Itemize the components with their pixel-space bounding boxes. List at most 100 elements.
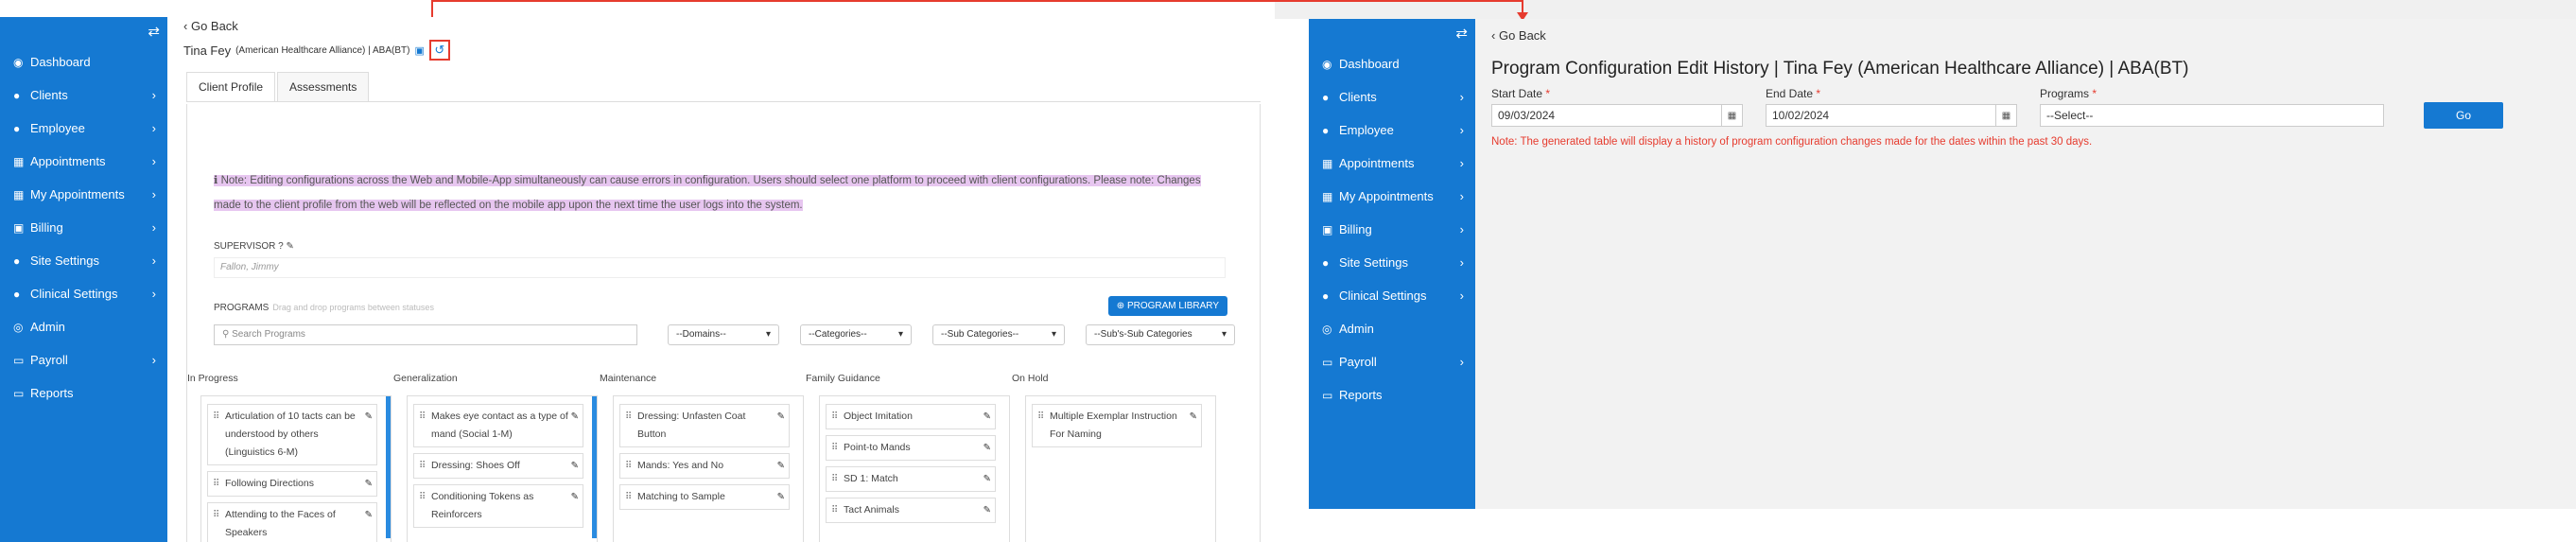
- sidebar-item-my-appointments[interactable]: ▦ My Appointments ›: [1309, 180, 1475, 213]
- drag-handle-icon[interactable]: ⠿: [213, 408, 219, 426]
- program-card[interactable]: ⠿ Point-to Mands ✎: [826, 435, 996, 461]
- pencil-icon[interactable]: ✎: [777, 457, 785, 475]
- sidebar-item-label: Clinical Settings: [1339, 288, 1427, 303]
- program-card[interactable]: ⠿ Dressing: Unfasten Coat Button ✎: [619, 404, 790, 447]
- sidebar-item-billing[interactable]: ▣ Billing ›: [0, 211, 167, 244]
- sidebar-item-dashboard[interactable]: ◉ Dashboard: [0, 45, 167, 79]
- pencil-icon[interactable]: ✎: [983, 501, 991, 519]
- sidebar-item-appointments[interactable]: ▦ Appointments ›: [1309, 147, 1475, 180]
- tab-client-profile[interactable]: Client Profile: [186, 72, 276, 101]
- sidebar-item-clinical-settings[interactable]: ● Clinical Settings ›: [0, 277, 167, 310]
- program-card[interactable]: ⠿ Dressing: Shoes Off ✎: [413, 453, 583, 479]
- program-card[interactable]: ⠿ Following Directions ✎: [207, 471, 377, 497]
- question-icon: ?: [278, 241, 284, 252]
- sidebar-item-label: Clinical Settings: [30, 287, 118, 301]
- chevron-right-icon: ›: [1459, 222, 1464, 236]
- sidebar-item-label: Reports: [1339, 388, 1383, 402]
- drag-handle-icon[interactable]: ⠿: [831, 408, 838, 426]
- sidebar-toggle-icon[interactable]: ⇄: [0, 17, 167, 45]
- calendar-icon[interactable]: ▦: [1721, 105, 1742, 126]
- sidebar-item-label: Appointments: [1339, 156, 1415, 170]
- program-card[interactable]: ⠿ Conditioning Tokens as Reinforcers ✎: [413, 484, 583, 528]
- tab-assessments[interactable]: Assessments: [277, 72, 370, 101]
- pencil-icon[interactable]: ✎: [571, 457, 579, 475]
- sidebar-item-employee[interactable]: ● Employee ›: [0, 112, 167, 145]
- go-button[interactable]: Go: [2424, 102, 2503, 129]
- categories-select[interactable]: --Categories-- ▾: [800, 324, 912, 345]
- drag-handle-icon[interactable]: ⠿: [213, 475, 219, 493]
- end-date-field[interactable]: 10/02/2024 ▦: [1766, 104, 2017, 127]
- pencil-icon[interactable]: ✎: [365, 408, 373, 426]
- program-card[interactable]: ⠿ Tact Animals ✎: [826, 498, 996, 523]
- drag-handle-icon[interactable]: ⠿: [1037, 408, 1044, 426]
- sidebar-item-site-settings[interactable]: ● Site Settings ›: [0, 244, 167, 277]
- drag-handle-icon[interactable]: ⠿: [419, 408, 426, 426]
- dashboard-icon: ◉: [13, 55, 24, 69]
- pencil-icon[interactable]: ✎: [777, 488, 785, 506]
- go-back-link[interactable]: ‹ Go Back: [183, 19, 238, 33]
- chevron-right-icon: ›: [1459, 123, 1464, 137]
- program-card[interactable]: ⠿ Attending to the Faces of Speakers ✎: [207, 502, 377, 542]
- pencil-icon[interactable]: ✎: [1190, 408, 1197, 426]
- sidebar-item-clients[interactable]: ● Clients ›: [1309, 80, 1475, 114]
- program-card[interactable]: ⠿ Articulation of 10 tacts can be underst…: [207, 404, 377, 465]
- start-date-field[interactable]: 09/03/2024 ▦: [1491, 104, 1743, 127]
- sidebar-item-dashboard[interactable]: ◉ Dashboard: [1309, 47, 1475, 80]
- drag-handle-icon[interactable]: ⠿: [419, 457, 426, 475]
- drag-handle-icon[interactable]: ⠿: [625, 408, 632, 426]
- sidebar-item-clinical-settings[interactable]: ● Clinical Settings ›: [1309, 279, 1475, 312]
- sidebar-item-payroll[interactable]: ▭ Payroll ›: [0, 343, 167, 376]
- sidebar-item-reports[interactable]: ▭ Reports: [1309, 378, 1475, 411]
- pencil-icon[interactable]: ✎: [365, 506, 373, 524]
- programs-select[interactable]: --Select--: [2040, 104, 2384, 127]
- history-icon[interactable]: ↺: [428, 40, 450, 61]
- drag-handle-icon[interactable]: ⠿: [625, 488, 632, 506]
- program-card[interactable]: ⠿ Mands: Yes and No ✎: [619, 453, 790, 479]
- go-back-link[interactable]: ‹ Go Back: [1491, 28, 1546, 43]
- pencil-icon[interactable]: ✎: [287, 241, 294, 252]
- sidebar-item-billing[interactable]: ▣ Billing ›: [1309, 213, 1475, 246]
- drag-handle-icon[interactable]: ⠿: [419, 488, 426, 506]
- sidebar-item-clients[interactable]: ● Clients ›: [0, 79, 167, 112]
- subs-sub-categories-select[interactable]: --Sub's-Sub Categories ▾: [1086, 324, 1235, 345]
- sidebar-item-reports[interactable]: ▭ Reports: [0, 376, 167, 410]
- search-programs-input[interactable]: ⚲ Search Programs: [214, 324, 637, 345]
- pencil-icon[interactable]: ✎: [571, 488, 579, 506]
- supervisor-field[interactable]: Fallon, Jimmy: [214, 257, 1226, 278]
- drag-handle-icon[interactable]: ⠿: [831, 439, 838, 457]
- program-card[interactable]: ⠿ Object Imitation ✎: [826, 404, 996, 429]
- drag-handle-icon[interactable]: ⠿: [213, 506, 219, 524]
- sidebar-item-admin[interactable]: ◎ Admin: [1309, 312, 1475, 345]
- program-card[interactable]: ⠿ Matching to Sample ✎: [619, 484, 790, 510]
- id-card-icon[interactable]: ▣: [414, 44, 424, 57]
- pencil-icon[interactable]: ✎: [571, 408, 579, 426]
- program-card-label: Object Imitation: [844, 411, 913, 422]
- sidebar-item-admin[interactable]: ◎ Admin: [0, 310, 167, 343]
- sidebar-item-my-appointments[interactable]: ▦ My Appointments ›: [0, 178, 167, 211]
- program-card[interactable]: ⠿ SD 1: Match ✎: [826, 466, 996, 492]
- sidebar-toggle-icon[interactable]: ⇄: [1309, 19, 1475, 47]
- sub-categories-select[interactable]: --Sub Categories-- ▾: [932, 324, 1065, 345]
- program-library-button[interactable]: ⊕ PROGRAM LIBRARY: [1107, 296, 1227, 316]
- sidebar-item-payroll[interactable]: ▭ Payroll ›: [1309, 345, 1475, 378]
- user-icon: ●: [1322, 288, 1330, 303]
- drag-handle-icon[interactable]: ⠿: [831, 470, 838, 488]
- sidebar-item-employee[interactable]: ● Employee ›: [1309, 114, 1475, 147]
- pencil-icon[interactable]: ✎: [365, 475, 373, 493]
- chevron-right-icon: ›: [151, 254, 156, 268]
- column-scrollbar[interactable]: [592, 396, 597, 538]
- sidebar-item-appointments[interactable]: ▦ Appointments ›: [0, 145, 167, 178]
- calendar-icon[interactable]: ▦: [1995, 105, 2016, 126]
- domains-select[interactable]: --Domains-- ▾: [668, 324, 779, 345]
- program-card[interactable]: ⠿ Makes eye contact as a type of mand (So…: [413, 404, 583, 447]
- pencil-icon[interactable]: ✎: [983, 439, 991, 457]
- program-card[interactable]: ⠿ Multiple Exemplar Instruction For Namin…: [1032, 404, 1202, 447]
- drag-handle-icon[interactable]: ⠿: [831, 501, 838, 519]
- column-scrollbar[interactable]: [386, 396, 391, 538]
- info-icon: ℹ: [214, 175, 221, 186]
- pencil-icon[interactable]: ✎: [777, 408, 785, 426]
- pencil-icon[interactable]: ✎: [983, 408, 991, 426]
- pencil-icon[interactable]: ✎: [983, 470, 991, 488]
- sidebar-item-site-settings[interactable]: ● Site Settings ›: [1309, 246, 1475, 279]
- drag-handle-icon[interactable]: ⠿: [625, 457, 632, 475]
